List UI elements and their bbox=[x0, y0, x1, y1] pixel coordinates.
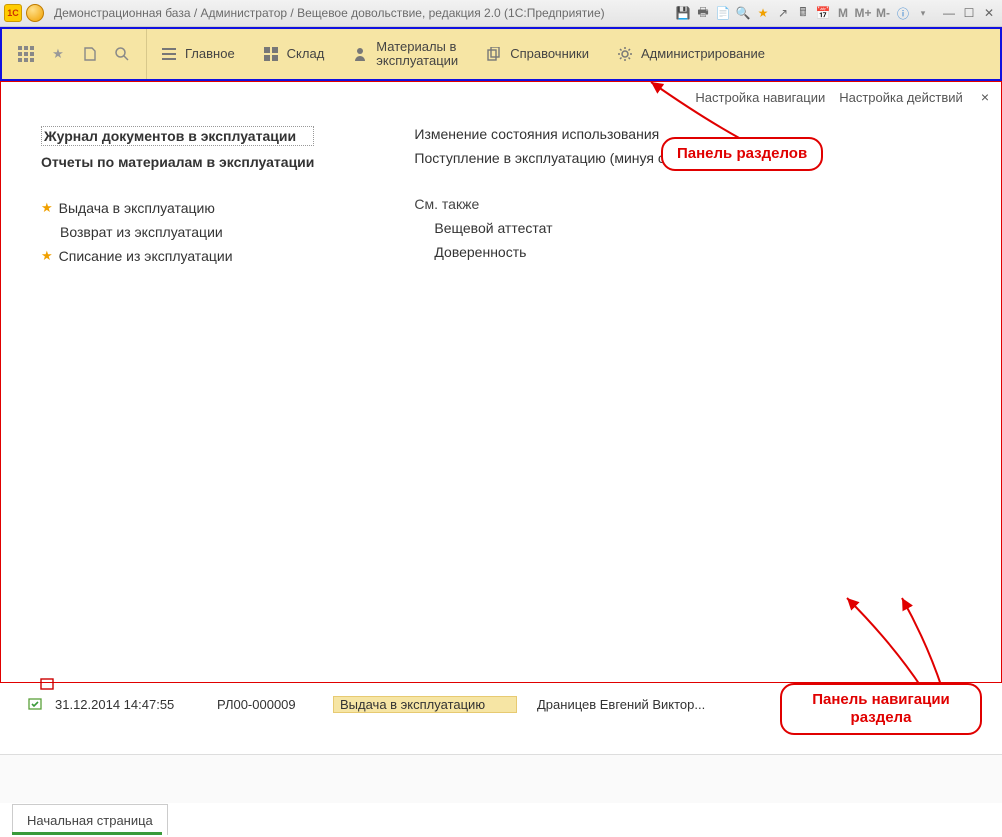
window-titlebar: 1C Демонстрационная база / Администратор… bbox=[0, 0, 1002, 27]
nav-link-return[interactable]: Возврат из эксплуатации bbox=[60, 224, 223, 240]
section-tab-main[interactable]: Главное bbox=[147, 29, 249, 79]
dropdown-icon[interactable]: ▾ bbox=[914, 4, 932, 22]
memory-mplus-button[interactable]: M+ bbox=[854, 4, 872, 22]
grid-icon bbox=[263, 46, 279, 62]
cell-operation: Выдача в эксплуатацию bbox=[333, 696, 517, 713]
section-tab-main-label: Главное bbox=[185, 47, 235, 61]
section-tab-warehouse-label: Склад bbox=[287, 47, 325, 61]
nav-link-attestat[interactable]: Вещевой аттестат bbox=[414, 220, 700, 236]
close-button[interactable]: ✕ bbox=[980, 4, 998, 22]
cell-date: 31.12.2014 14:47:55 bbox=[49, 697, 211, 712]
nav-link-documents-journal[interactable]: Журнал документов в эксплуатации bbox=[41, 126, 314, 146]
nav-link-poa[interactable]: Доверенность bbox=[414, 244, 700, 260]
callout-arrow-nav-panel bbox=[842, 593, 962, 693]
star-icon: ★ bbox=[41, 200, 53, 216]
memory-mminus-button[interactable]: M- bbox=[874, 4, 892, 22]
history-icon[interactable] bbox=[80, 44, 100, 64]
list-icon bbox=[161, 46, 177, 62]
window-title: Демонстрационная база / Администратор / … bbox=[54, 6, 605, 20]
print-icon[interactable]: 🖶 bbox=[694, 4, 712, 22]
section-tab-materials[interactable]: Материалы в эксплуатации bbox=[338, 29, 472, 79]
nav-column-1: Журнал документов в эксплуатации Отчеты … bbox=[41, 126, 314, 264]
info-icon[interactable]: ⓘ bbox=[894, 4, 912, 22]
calendar-icon[interactable]: 📅 bbox=[814, 4, 832, 22]
sections-menu-icon[interactable] bbox=[16, 44, 36, 64]
callout-sections: Панель разделов bbox=[661, 137, 823, 171]
print-preview-icon[interactable]: 📄 bbox=[714, 4, 732, 22]
favorites-icon[interactable]: ★ bbox=[48, 44, 68, 64]
callout-nav-panel: Панель навигациираздела bbox=[780, 683, 982, 735]
sections-panel: ★ Главное Склад Материалы в эксплуатации bbox=[0, 27, 1002, 81]
nav-link-issue[interactable]: Выдача в эксплуатацию bbox=[59, 200, 215, 216]
document-grid: 31.12.2014 14:47:55 РЛ00-000009 Выдача в… bbox=[0, 683, 1002, 723]
save-icon[interactable]: 💾 bbox=[674, 4, 692, 22]
actions-settings-link[interactable]: Настройка действий bbox=[839, 90, 963, 105]
page-tab-start[interactable]: Начальная страница bbox=[12, 804, 168, 835]
content-close-button[interactable]: × bbox=[977, 89, 993, 105]
doc-posted-icon bbox=[28, 697, 44, 711]
app-logo-1c-icon: 1C bbox=[4, 4, 22, 22]
navigation-columns: Журнал документов в эксплуатации Отчеты … bbox=[1, 112, 1001, 264]
pages-icon bbox=[486, 46, 502, 62]
section-tab-references[interactable]: Справочники bbox=[472, 29, 603, 79]
content-toolbar: Настройка навигации Настройка действий × bbox=[1, 82, 1001, 112]
section-tab-references-label: Справочники bbox=[510, 47, 589, 61]
maximize-button[interactable]: ☐ bbox=[960, 4, 978, 22]
star-icon: ★ bbox=[41, 248, 53, 264]
active-tab-indicator bbox=[12, 832, 162, 835]
nav-group-see-also: См. также bbox=[414, 196, 700, 212]
section-tab-admin[interactable]: Администрирование bbox=[603, 29, 779, 79]
nav-link-writeoff[interactable]: Списание из эксплуатации bbox=[59, 248, 233, 264]
nav-link-receipt[interactable]: Поступление в эксплуатацию (минуя склад) bbox=[414, 150, 700, 166]
section-tab-materials-label-1: Материалы в bbox=[376, 40, 458, 54]
favorite-icon[interactable]: ★ bbox=[754, 4, 772, 22]
calculator-icon[interactable]: 🖩 bbox=[794, 4, 812, 22]
person-icon bbox=[352, 46, 368, 62]
link-icon[interactable]: ↗ bbox=[774, 4, 792, 22]
section-tab-warehouse[interactable]: Склад bbox=[249, 29, 339, 79]
search-icon[interactable]: 🔍 bbox=[734, 4, 752, 22]
nav-link-materials-reports[interactable]: Отчеты по материалам в эксплуатации bbox=[41, 154, 314, 170]
app-circle-icon bbox=[26, 4, 44, 22]
minimize-button[interactable]: — bbox=[940, 4, 958, 22]
section-tab-admin-label: Администрирование bbox=[641, 47, 765, 61]
memory-m-button[interactable]: M bbox=[834, 4, 852, 22]
section-tab-materials-label-2: эксплуатации bbox=[376, 54, 458, 68]
doc-posted-icon bbox=[40, 678, 54, 690]
search-section-icon[interactable] bbox=[112, 44, 132, 64]
cell-person: Драницев Евгений Виктор... bbox=[531, 697, 743, 712]
gear-icon bbox=[617, 46, 633, 62]
cell-number: РЛ00-000009 bbox=[211, 697, 333, 712]
